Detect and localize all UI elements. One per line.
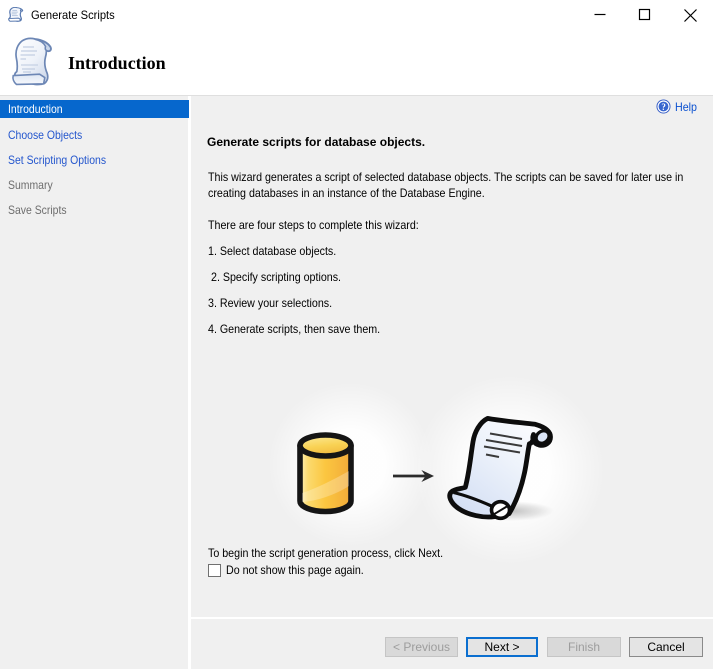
svg-text:?: ? (661, 102, 666, 112)
